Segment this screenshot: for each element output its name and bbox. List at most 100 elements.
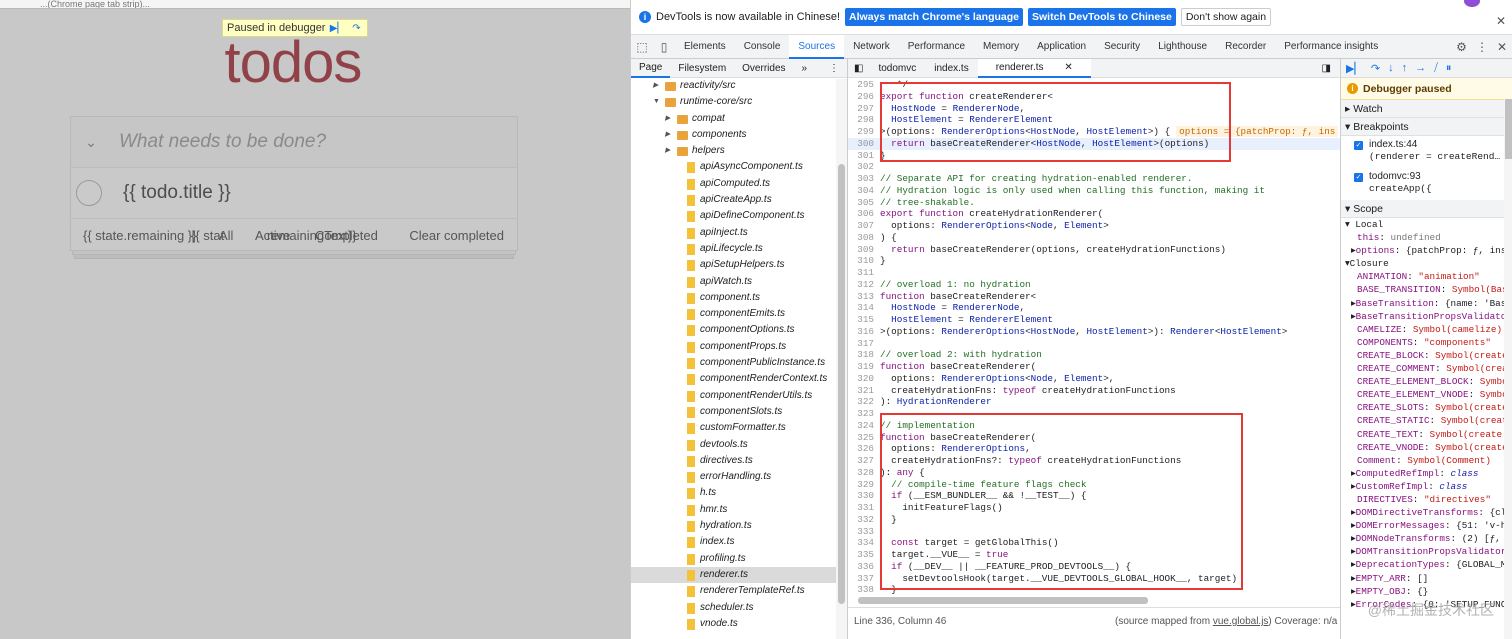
scope-variable[interactable]: ▸EMPTY_ARR: [] [1341, 572, 1512, 585]
tree-file[interactable]: profiling.ts [631, 551, 847, 567]
scope-variable[interactable]: ▸DOMDirectiveTransforms: {cl [1341, 506, 1512, 519]
line-number[interactable]: 316 [848, 326, 880, 338]
switch-chinese-button[interactable]: Switch DevTools to Chinese [1028, 8, 1176, 26]
nav-tab-overrides[interactable]: Overrides [734, 63, 793, 74]
close-icon[interactable]: ✕ [1496, 14, 1506, 28]
line-number[interactable]: 305 [848, 197, 880, 209]
code-line[interactable]: 308) { [848, 232, 1340, 244]
editor-horizontal-scrollbar[interactable] [858, 596, 1328, 605]
tree-file[interactable]: apiWatch.ts [631, 274, 847, 290]
tree-file[interactable]: apiDefineComponent.ts [631, 208, 847, 224]
scrollbar-thumb[interactable] [838, 164, 845, 604]
scope-variable[interactable]: ▾Closure [1341, 257, 1512, 270]
line-number[interactable]: 299 [848, 126, 880, 138]
code-line[interactable]: 319 function baseCreateRenderer( [848, 361, 1340, 373]
code-line[interactable]: 313 function baseCreateRenderer< [848, 291, 1340, 303]
scope-variable[interactable]: ▸DOMErrorMessages: {51: 'v-h [1341, 519, 1512, 532]
line-number[interactable]: 325 [848, 432, 880, 444]
line-number[interactable]: 311 [848, 267, 880, 279]
scope-variable[interactable]: COMPONENTS: "components" [1341, 336, 1512, 349]
toggle-navigator-icon[interactable]: ◧ [848, 63, 869, 74]
tree-file[interactable]: componentSlots.ts [631, 404, 847, 420]
line-number[interactable]: 330 [848, 490, 880, 502]
scope-variable[interactable]: CREATE_BLOCK: Symbol(create [1341, 349, 1512, 362]
line-number[interactable]: 323 [848, 408, 880, 420]
code-line[interactable]: 305// tree-shakable. [848, 197, 1340, 209]
code-line[interactable]: 314 HostNode = RendererNode, [848, 302, 1340, 314]
tree-file[interactable]: rendererTemplateRef.ts [631, 583, 847, 599]
line-number[interactable]: 308 [848, 232, 880, 244]
scope-variable[interactable]: CREATE_SLOTS: Symbol(create [1341, 401, 1512, 414]
new-todo-input[interactable]: What needs to be done? [119, 131, 326, 153]
line-number[interactable]: 315 [848, 314, 880, 326]
line-number[interactable]: 328 [848, 467, 880, 479]
scope-variable[interactable]: ▸CustomRefImpl: class [1341, 480, 1512, 493]
more-options-icon[interactable]: ⋮ [1476, 40, 1488, 54]
scope-variable[interactable]: Comment: Symbol(Comment) [1341, 454, 1512, 467]
collapse-arrow-icon[interactable]: ▶ [665, 127, 670, 143]
editor-tab-renderer[interactable]: renderer.ts ✕ [977, 58, 1091, 78]
scope-variable[interactable]: CREATE_COMMENT: Symbol(crea [1341, 362, 1512, 375]
tree-folder[interactable]: ▼ runtime-core/src [631, 94, 847, 110]
pause-on-exceptions-icon[interactable]: ⏸ [1446, 62, 1452, 75]
tree-file[interactable]: component.ts [631, 290, 847, 306]
clear-completed-button[interactable]: Clear completed [409, 228, 504, 243]
tree-file[interactable]: apiSetupHelpers.ts [631, 257, 847, 273]
code-line[interactable]: 307 options: RendererOptions<Node, Eleme… [848, 220, 1340, 232]
scrollbar-thumb[interactable] [858, 597, 1148, 604]
line-number[interactable]: 331 [848, 502, 880, 514]
settings-gear-icon[interactable]: ⚙ [1456, 40, 1467, 54]
line-number[interactable]: 326 [848, 443, 880, 455]
tree-file[interactable]: renderer.ts [631, 566, 847, 584]
tree-file[interactable]: apiAsyncComponent.ts [631, 159, 847, 175]
tree-folder[interactable]: ▶ reactivity/src [631, 78, 847, 94]
line-number[interactable]: 327 [848, 455, 880, 467]
code-line[interactable]: 320 options: RendererOptions<Node, Eleme… [848, 373, 1340, 385]
nav-tab-filesystem[interactable]: Filesystem [670, 63, 734, 74]
tree-file[interactable]: directives.ts [631, 453, 847, 469]
collapse-arrow-icon[interactable]: ▶ [665, 111, 670, 127]
todo-toggle-checkbox[interactable] [76, 180, 102, 206]
resume-icon[interactable]: ▶▏ [1346, 62, 1363, 75]
code-line[interactable]: 303// Separate API for creating hydratio… [848, 173, 1340, 185]
tree-file[interactable]: errorHandling.ts [631, 469, 847, 485]
scope-variable[interactable]: DIRECTIVES: "directives" [1341, 493, 1512, 506]
line-number[interactable]: 298 [848, 114, 880, 126]
line-number[interactable]: 297 [848, 103, 880, 115]
devtools-tab-memory[interactable]: Memory [974, 35, 1028, 59]
line-number[interactable]: 295 [848, 79, 880, 91]
tree-file[interactable]: componentRenderUtils.ts [631, 388, 847, 404]
inspect-element-icon[interactable]: ⬚ [631, 40, 653, 54]
breakpoint-checkbox[interactable]: ✓ [1354, 173, 1363, 182]
scope-variable[interactable]: ▸options: {patchProp: ƒ, inser [1341, 244, 1512, 257]
tree-file[interactable]: apiCreateApp.ts [631, 192, 847, 208]
code-line[interactable]: 311 [848, 267, 1340, 279]
line-number[interactable]: 319 [848, 361, 880, 373]
line-number[interactable]: 307 [848, 220, 880, 232]
line-number[interactable]: 337 [848, 573, 880, 585]
line-number[interactable]: 338 [848, 584, 880, 596]
devtools-tab-performance-insights[interactable]: Performance insights [1275, 35, 1387, 59]
scrollbar-thumb[interactable] [1505, 99, 1512, 159]
devtools-tab-elements[interactable]: Elements [675, 35, 735, 59]
line-number[interactable]: 317 [848, 338, 880, 350]
tree-file[interactable]: devtools.ts [631, 437, 847, 453]
tree-file[interactable]: apiComputed.ts [631, 176, 847, 192]
step-out-icon[interactable]: ↑ [1402, 62, 1408, 74]
line-number[interactable]: 322 [848, 396, 880, 408]
collapse-arrow-icon[interactable]: ▶ [665, 143, 670, 159]
line-number[interactable]: 333 [848, 526, 880, 538]
devtools-tab-lighthouse[interactable]: Lighthouse [1149, 35, 1216, 59]
line-number[interactable]: 314 [848, 302, 880, 314]
code-line[interactable]: 306 export function createHydrationRender… [848, 208, 1340, 220]
scope-variable[interactable]: CREATE_TEXT: Symbol(create [1341, 428, 1512, 441]
scope-variable[interactable]: CREATE_VNODE: Symbol(create [1341, 441, 1512, 454]
tree-file[interactable]: vnode.ts [631, 616, 847, 632]
line-number[interactable]: 318 [848, 349, 880, 361]
deactivate-breakpoints-icon[interactable]: ⧸ [1434, 62, 1438, 75]
filter-all-link[interactable]: All [219, 228, 233, 243]
tree-file[interactable]: index.ts [631, 534, 847, 550]
line-number[interactable]: 313 [848, 291, 880, 303]
scope-variable[interactable]: this: undefined [1341, 231, 1512, 244]
line-number[interactable]: 332 [848, 514, 880, 526]
